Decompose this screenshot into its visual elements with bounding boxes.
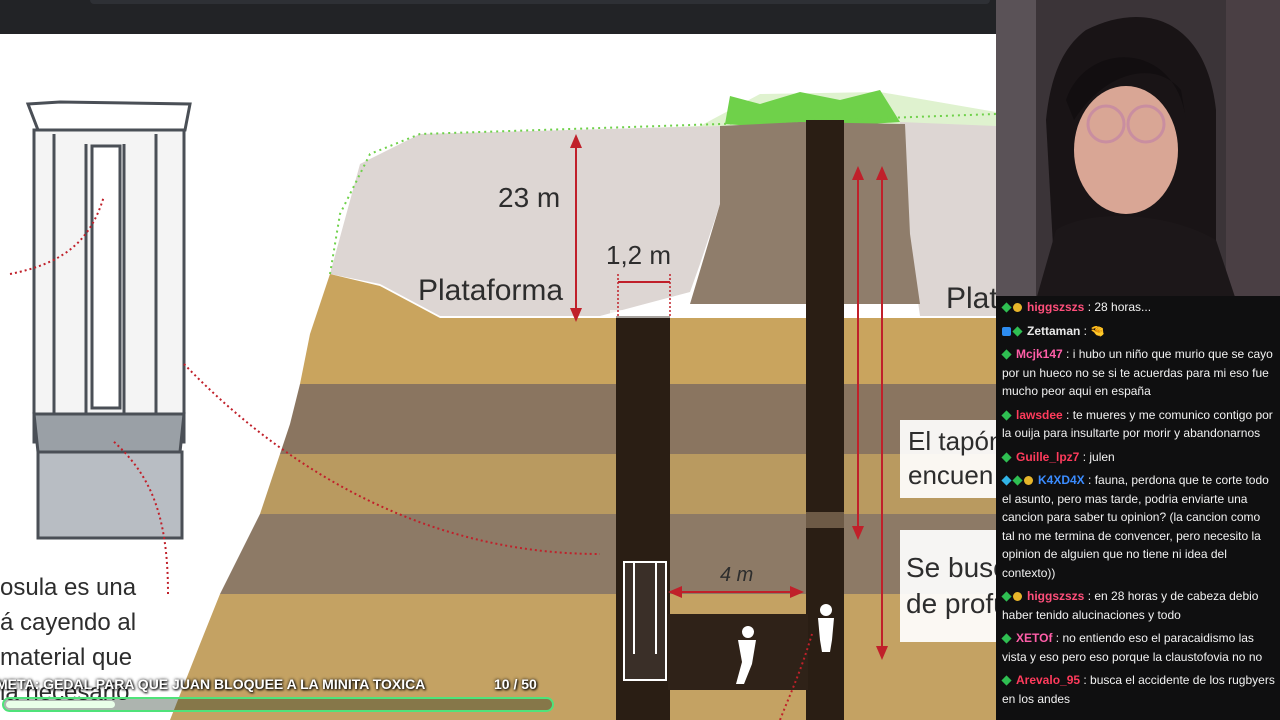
chat-badges [1001,406,1013,425]
busca-line1: Se busc [906,552,996,583]
green-badge-icon [1001,452,1012,463]
slide-image: 23 m 1,2 m Plataforma Plat 4 m El tapón … [0,34,996,720]
green-badge-icon [1001,302,1012,313]
tapon-line1: El tapón [908,426,996,456]
chat-text: : julen [1079,449,1115,464]
chat-username[interactable]: XETOf [1016,631,1052,645]
chat-message: Arevalo_95 : busca el accidente de los r… [996,669,1280,711]
chat-message: XETOf : no entiendo eso el paracaidismo … [996,627,1280,669]
chat-username[interactable]: Mcjk147 [1016,347,1063,361]
depth-23m-label: 23 m [498,182,561,213]
width-12m-label: 1,2 m [606,240,672,270]
mine-diagram [9,90,996,720]
chat-badges [1001,471,1035,490]
chat-text: : 28 horas... [1084,300,1152,314]
goal-progress-fill [6,701,115,708]
green-badge-icon [1001,591,1012,602]
left-text-line3: material que [0,644,133,671]
green-badge-icon [1001,410,1012,421]
gold-badge-icon [1024,476,1033,486]
chat-username[interactable]: K4XD4X [1038,473,1085,487]
cyan-badge-icon [1001,475,1012,486]
chat-badges [1001,629,1013,648]
chat-message: Guille_lpz7 : julen [996,446,1280,470]
chat-username[interactable]: Zettaman [1027,324,1080,338]
gold-badge-icon [1013,592,1022,602]
chat-username[interactable]: higgszszs [1027,589,1084,603]
small-capsule [623,561,667,681]
chat-message: higgszszs : en 28 horas y de cabeza debi… [996,585,1280,627]
chat-username[interactable]: Arevalo_95 [1016,673,1080,687]
green-badge-icon [1001,349,1012,360]
top-bar-strip [90,0,990,4]
chat-panel: higgszszs : 28 horas... Zettaman : 🤏 Mcjk1… [996,296,1280,720]
rock-gray-layer [690,122,920,304]
chat-badges [1001,345,1013,364]
chat-message: higgszszs : 28 horas... [996,296,1280,320]
capsule-illustration [25,100,192,540]
green-badge-icon [1012,326,1023,337]
chat-message: Zettaman : 🤏 [996,320,1280,344]
blue-badge-icon [1002,326,1011,336]
chat-message: K4XD4X : fauna, perdona que te corte tod… [996,469,1280,585]
plataforma-right-label: Plat [946,282,996,315]
chat-badges [1001,671,1013,690]
chat-username[interactable]: Guille_lpz7 [1016,450,1079,464]
goal-text: META: GEDAL PARA QUE JUAN BLOQUEE A LA M… [0,676,426,692]
distance-4m-label: 4 m [720,564,754,586]
webcam-feed [996,0,1280,300]
goal-count: 10 / 50 [494,676,537,692]
green-badge-icon [1001,633,1012,644]
left-text-line2: á cayendo al [0,609,137,636]
chat-username[interactable]: lawsdee [1016,408,1063,422]
chat-badges [1001,587,1024,606]
goal-progress-bar [2,697,554,712]
chat-username[interactable]: higgszszs [1027,300,1084,314]
plataforma-label: Plataforma [418,274,564,307]
gold-badge-icon [1013,303,1022,313]
left-text-line1: osula es una [0,574,137,601]
busca-box [900,530,996,642]
chat-badges [1001,448,1013,467]
webcam-scene [996,0,1280,300]
chat-badges [1001,298,1024,317]
platform-gap [610,310,676,318]
chat-text: : 🤏 [1080,323,1106,338]
soil-layer-4 [220,514,996,594]
chat-text: : fauna, perdona que te corte todo el as… [1002,473,1269,580]
browser-top-bar [0,0,996,34]
shaft-band [806,512,844,528]
chat-message: Mcjk147 : i hubo un niño que murio que s… [996,343,1280,404]
busca-line2: de profu [906,588,996,619]
green-badge-icon [1001,675,1012,686]
green-badge-icon [1012,475,1023,486]
chat-message: lawsdee : te mueres y me comunico contig… [996,404,1280,446]
tapon-line2: encuen [908,460,994,490]
chat-badges [1002,322,1024,341]
chat-message-list: higgszszs : 28 horas... Zettaman : 🤏 Mcjk1… [996,296,1280,711]
